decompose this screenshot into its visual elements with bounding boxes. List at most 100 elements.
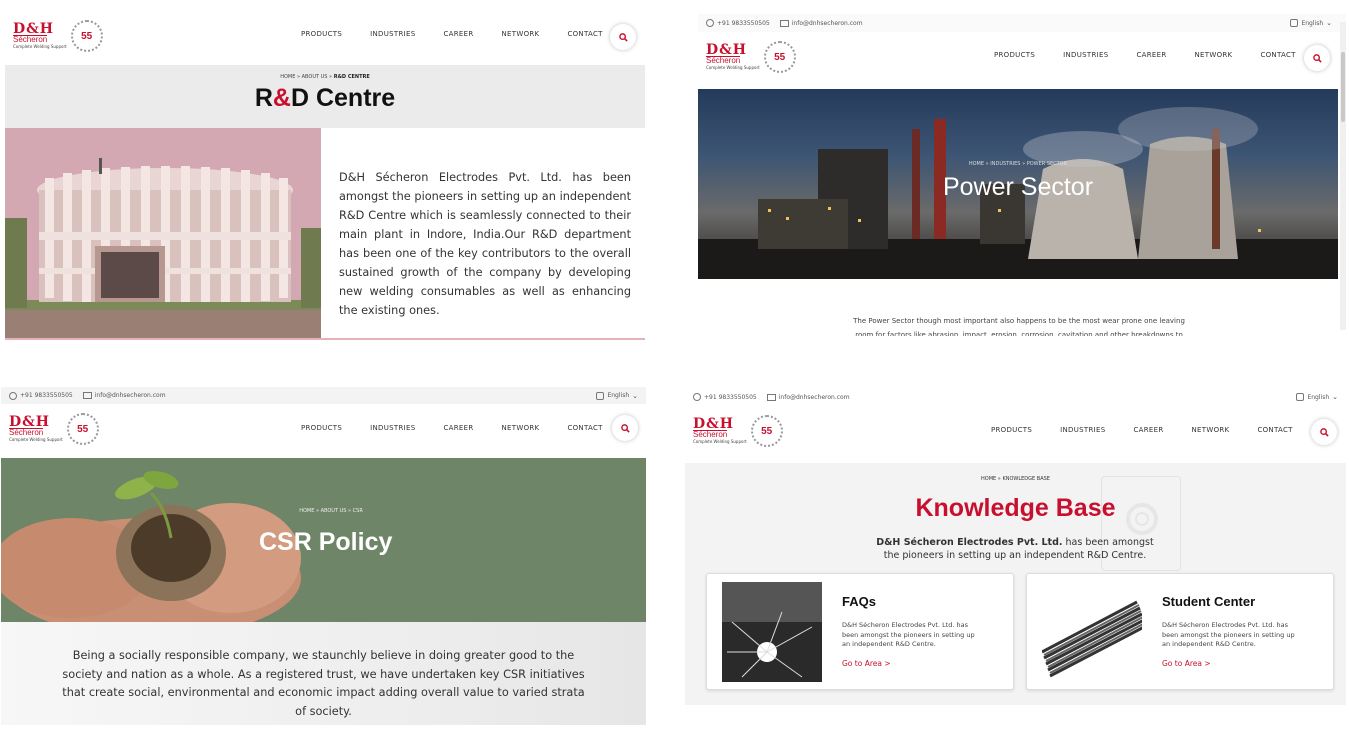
card-title: Student Center bbox=[1162, 594, 1256, 609]
breadcrumb: HOME » ABOUT US » CSR bbox=[299, 508, 363, 514]
go-to-area-link[interactable]: Go to Area > bbox=[842, 659, 891, 668]
breadcrumb-home[interactable]: HOME bbox=[280, 74, 295, 80]
logo-name: Sécheron bbox=[9, 427, 44, 437]
scrollbar-thumb[interactable] bbox=[1341, 52, 1345, 122]
title-ampersand: & bbox=[272, 84, 291, 112]
welding-sparks-image bbox=[722, 582, 822, 682]
scrollbar[interactable] bbox=[1340, 22, 1346, 330]
breadcrumb: HOME » INDUSTRIES » POWER SECTOR bbox=[968, 161, 1068, 167]
nav-products[interactable]: PRODUCTS bbox=[301, 30, 342, 38]
language-label: English bbox=[1301, 19, 1324, 27]
breadcrumb-about[interactable]: ABOUT US bbox=[302, 74, 328, 80]
nav-network[interactable]: NETWORK bbox=[1195, 51, 1233, 59]
search-icon bbox=[1312, 53, 1322, 63]
language-selector[interactable]: English ⌄ bbox=[1290, 19, 1332, 27]
page-title: Knowledge Base bbox=[915, 494, 1116, 522]
search-button[interactable] bbox=[1304, 45, 1330, 71]
mail-icon bbox=[766, 393, 776, 401]
main-nav: PRODUCTS INDUSTRIES CAREER NETWORK CONTA… bbox=[301, 424, 603, 432]
logo-dh: D&H bbox=[693, 415, 735, 432]
whatsapp-icon bbox=[706, 19, 714, 27]
page-subtitle: D&H Sécheron Electrodes Pvt. Ltd. has be… bbox=[875, 536, 1155, 562]
whatsapp-icon bbox=[9, 391, 17, 400]
card-text: D&H Sécheron Electrodes Pvt. Ltd. has be… bbox=[1162, 621, 1295, 648]
language-label: English bbox=[607, 392, 630, 399]
nav-products[interactable]: PRODUCTS bbox=[991, 426, 1032, 434]
logo-name: Sécheron bbox=[693, 429, 728, 439]
page-banner: HOME » INDUSTRIES » POWER SECTOR Power S… bbox=[698, 89, 1338, 279]
logo-name: Sécheron bbox=[706, 55, 741, 65]
contact-email[interactable]: info@dnhsecheron.com bbox=[95, 392, 166, 399]
nav-network[interactable]: NETWORK bbox=[502, 30, 540, 38]
contact-email[interactable]: info@dnhsecheron.com bbox=[792, 20, 863, 27]
translate-icon bbox=[1290, 19, 1299, 27]
site-header: D&H Sécheron Complete Welding Support 55 bbox=[685, 406, 1346, 463]
nav-contact[interactable]: CONTACT bbox=[567, 424, 602, 432]
breadcrumb-current: R&D CENTRE bbox=[333, 74, 370, 80]
nav-career[interactable]: CAREER bbox=[1136, 51, 1166, 59]
go-to-area-link[interactable]: Go to Area > bbox=[1162, 659, 1211, 668]
page-title: Power Sector bbox=[942, 173, 1094, 201]
language-label: English bbox=[1307, 393, 1330, 401]
contact-phone[interactable]: +91 9833550505 bbox=[704, 394, 757, 401]
translate-icon bbox=[1296, 393, 1305, 401]
nav-career[interactable]: CAREER bbox=[1133, 426, 1163, 434]
nav-industries[interactable]: INDUSTRIES bbox=[370, 424, 415, 432]
nav-industries[interactable]: INDUSTRIES bbox=[1063, 51, 1108, 59]
main-nav: PRODUCTS INDUSTRIES CAREER NETWORK CONTA… bbox=[994, 51, 1296, 59]
chevron-down-icon: ⌄ bbox=[632, 391, 638, 400]
nav-network[interactable]: NETWORK bbox=[1192, 426, 1230, 434]
breadcrumb: HOME » ABOUT US » R&D CENTRE bbox=[5, 74, 645, 80]
title-part: R bbox=[254, 84, 273, 112]
language-selector[interactable]: English ⌄ bbox=[1296, 393, 1338, 401]
site-header: D&H Sécheron Complete Welding Support 55 bbox=[698, 32, 1346, 89]
nav-products[interactable]: PRODUCTS bbox=[301, 424, 342, 432]
search-button[interactable] bbox=[612, 415, 638, 441]
whatsapp-icon bbox=[693, 393, 701, 401]
site-logo[interactable]: D&H Sécheron Complete Welding Support 55 bbox=[693, 415, 783, 447]
nav-career[interactable]: CAREER bbox=[443, 424, 473, 432]
search-button[interactable] bbox=[1311, 419, 1337, 445]
site-logo[interactable]: D&H Sécheron Complete Welding Support 55 bbox=[13, 20, 103, 52]
nav-contact[interactable]: CONTACT bbox=[567, 30, 602, 38]
page-title: R&D Centre bbox=[5, 84, 645, 113]
card-text: D&H Sécheron Electrodes Pvt. Ltd. has be… bbox=[842, 621, 975, 648]
site-logo[interactable]: D&H Sécheron Complete Welding Support 55 bbox=[706, 41, 796, 73]
logo-tagline: Complete Welding Support bbox=[9, 436, 63, 442]
title-part: D Centre bbox=[290, 84, 396, 112]
nav-industries[interactable]: INDUSTRIES bbox=[370, 30, 415, 38]
power-description: The Power Sector though most important a… bbox=[853, 317, 1185, 336]
nav-career[interactable]: CAREER bbox=[443, 30, 473, 38]
nav-industries[interactable]: INDUSTRIES bbox=[1060, 426, 1105, 434]
site-header: D&H Sécheron Complete Welding Support 55… bbox=[5, 10, 645, 65]
student-center-card[interactable]: Student Center D&H Sécheron Electrodes P… bbox=[1026, 573, 1334, 690]
contact-phone[interactable]: +91 9833550505 bbox=[20, 392, 73, 399]
logo-tagline: Complete Welding Support bbox=[13, 43, 67, 49]
card-title: FAQs bbox=[842, 594, 876, 609]
knowledge-base-screenshot: +91 9833550505 info@dnhsecheron.com Engl… bbox=[685, 388, 1346, 705]
rd-centre-screenshot: D&H Sécheron Complete Welding Support 55… bbox=[5, 10, 645, 340]
contact-bar: +91 9833550505 info@dnhsecheron.com Engl… bbox=[685, 388, 1346, 406]
search-button[interactable] bbox=[610, 24, 636, 50]
faqs-card[interactable]: FAQs D&H Sécheron Electrodes Pvt. Ltd. h… bbox=[706, 573, 1014, 690]
nav-contact[interactable]: CONTACT bbox=[1257, 426, 1292, 434]
nav-network[interactable]: NETWORK bbox=[502, 424, 540, 432]
main-nav: PRODUCTS INDUSTRIES CAREER NETWORK CONTA… bbox=[991, 426, 1293, 434]
logo-dh: D&H bbox=[13, 20, 55, 37]
nav-products[interactable]: PRODUCTS bbox=[994, 51, 1035, 59]
anniversary-badge: 55 bbox=[66, 413, 99, 445]
anniversary-badge: 55 bbox=[763, 41, 796, 73]
nav-contact[interactable]: CONTACT bbox=[1260, 51, 1295, 59]
search-icon bbox=[1319, 427, 1329, 437]
contact-email[interactable]: info@dnhsecheron.com bbox=[779, 394, 850, 401]
anniversary-badge: 55 bbox=[70, 20, 103, 52]
contact-bar: +91 9833550505 info@dnhsecheron.com Engl… bbox=[1, 387, 646, 404]
welding-rods-image bbox=[1042, 582, 1142, 682]
csr-description: Being a socially responsible company, we… bbox=[62, 649, 585, 718]
contact-phone[interactable]: +91 9833550505 bbox=[717, 20, 770, 27]
mail-icon bbox=[779, 19, 789, 27]
site-logo[interactable]: D&H Sécheron Complete Welding Support 55 bbox=[9, 413, 99, 445]
language-selector[interactable]: English ⌄ bbox=[596, 391, 638, 400]
main-nav: PRODUCTS INDUSTRIES CAREER NETWORK CONTA… bbox=[301, 30, 603, 38]
page-banner: HOME » ABOUT US » R&D CENTRE R&D Centre bbox=[5, 65, 645, 128]
